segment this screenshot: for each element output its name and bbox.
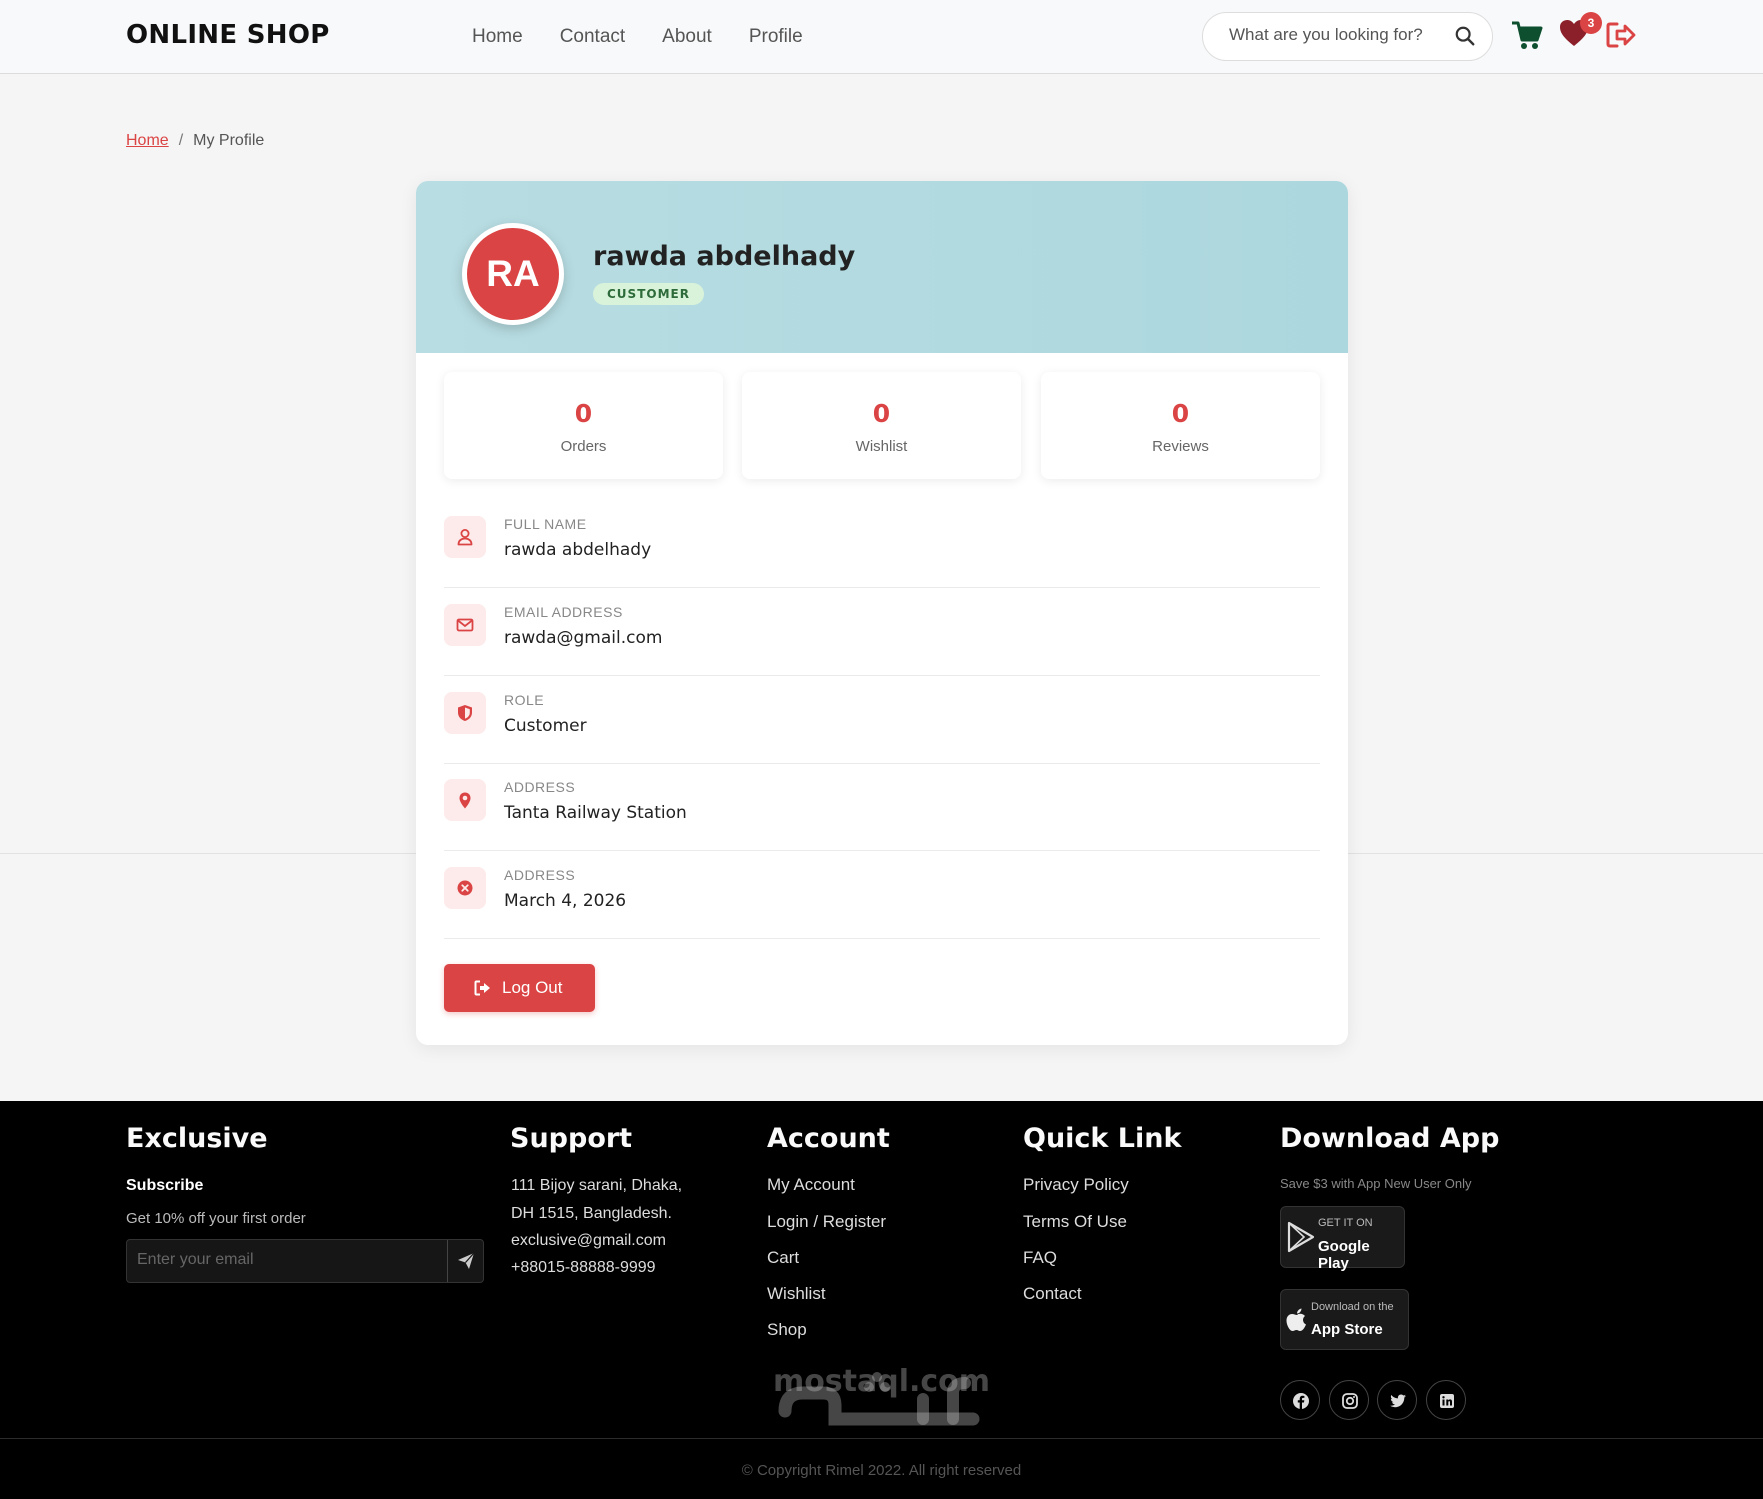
send-icon[interactable] — [447, 1240, 483, 1282]
info-label: ROLE — [504, 692, 545, 708]
app-store-button[interactable]: Download on the App Store — [1280, 1289, 1409, 1350]
mostaql-watermark-text: mostaql.com — [772, 1364, 991, 1399]
nav-home[interactable]: Home — [472, 26, 523, 48]
subscribe-email-input[interactable] — [137, 1251, 437, 1269]
subscribe-form — [126, 1239, 484, 1283]
search-box — [1202, 12, 1493, 61]
close-circle-icon — [444, 867, 486, 909]
google-play-button[interactable]: GET IT ON Google Play — [1280, 1206, 1405, 1272]
download-note: Save $3 with App New User Only — [1280, 1176, 1472, 1191]
breadcrumb-home[interactable]: Home — [126, 132, 169, 149]
stat-reviews-value: 0 — [1171, 399, 1190, 428]
profile-card: RA rawda abdelhady CUSTOMER 0 Orders 0 W… — [416, 181, 1348, 1045]
info-value: rawda abdelhady — [504, 540, 652, 560]
info-row-date: ADDRESS March 4, 2026 — [444, 851, 1320, 939]
google-play-big-text: Google Play — [1318, 1238, 1370, 1272]
footer-heading-download: Download App — [1280, 1123, 1500, 1154]
footer-link-faq[interactable]: FAQ — [1023, 1248, 1057, 1268]
apple-icon — [1286, 1308, 1306, 1331]
info-row-email: EMAIL ADDRESS rawda@gmail.com — [444, 588, 1320, 676]
info-value: March 4, 2026 — [504, 891, 627, 911]
info-row-role: ROLE Customer — [444, 676, 1320, 764]
search-input[interactable] — [1229, 25, 1439, 45]
stat-reviews-label: Reviews — [1152, 438, 1209, 455]
stat-orders-label: Orders — [560, 438, 607, 455]
nav-about[interactable]: About — [662, 26, 712, 48]
info-label: ADDRESS — [504, 867, 576, 883]
logout-button[interactable]: Log Out — [444, 964, 595, 1012]
footer-heading-quick-link: Quick Link — [1023, 1123, 1182, 1154]
search-icon[interactable] — [1454, 25, 1478, 49]
info-label: FULL NAME — [504, 516, 587, 532]
footer-link-privacy[interactable]: Privacy Policy — [1023, 1175, 1129, 1195]
wishlist-count-badge: 3 — [1580, 12, 1602, 34]
map-pin-icon — [444, 779, 486, 821]
profile-banner: RA rawda abdelhady CUSTOMER — [416, 181, 1348, 353]
breadcrumb: Home / My Profile — [126, 132, 264, 150]
support-address-line-2: DH 1515, Bangladesh. — [511, 1205, 672, 1222]
logout-label: Log Out — [502, 978, 563, 997]
user-icon — [444, 516, 486, 558]
sign-out-icon — [474, 980, 490, 996]
info-row-full-name: FULL NAME rawda abdelhady — [444, 500, 1320, 588]
subscribe-title: Subscribe — [126, 1177, 204, 1194]
info-row-address: ADDRESS Tanta Railway Station — [444, 763, 1320, 851]
subscribe-offer: Get 10% off your first order — [126, 1210, 306, 1227]
stat-orders-value: 0 — [574, 399, 593, 428]
breadcrumb-current: My Profile — [193, 132, 265, 149]
google-play-icon — [1287, 1221, 1315, 1253]
site-footer: Exclusive Subscribe Get 10% off your fir… — [0, 1101, 1763, 1499]
info-value: Tanta Railway Station — [504, 803, 687, 823]
stat-wishlist-value: 0 — [872, 399, 891, 428]
footer-heading-exclusive: Exclusive — [126, 1123, 268, 1154]
info-label: EMAIL ADDRESS — [504, 604, 623, 620]
info-label: ADDRESS — [504, 779, 576, 795]
breadcrumb-separator: / — [178, 132, 184, 149]
envelope-icon — [444, 604, 486, 646]
footer-link-shop[interactable]: Shop — [767, 1320, 807, 1340]
logout-icon[interactable] — [1605, 20, 1639, 52]
stat-reviews[interactable]: 0 Reviews — [1041, 372, 1320, 479]
footer-link-my-account[interactable]: My Account — [767, 1175, 855, 1195]
profile-name: rawda abdelhady — [593, 241, 856, 272]
app-store-big-text: App Store — [1311, 1321, 1383, 1338]
site-logo[interactable]: ONLINE SHOP — [126, 20, 330, 50]
nav-contact[interactable]: Contact — [560, 26, 625, 48]
support-phone[interactable]: +88015-88888-9999 — [511, 1259, 656, 1277]
support-address-line-1: 111 Bijoy sarani, Dhaka, — [511, 1177, 683, 1194]
info-value: Customer — [504, 716, 587, 736]
main-nav: Home Contact About Profile — [472, 26, 840, 48]
footer-heading-support: Support — [510, 1123, 633, 1154]
role-badge: CUSTOMER — [593, 283, 704, 305]
stat-wishlist-label: Wishlist — [855, 438, 908, 455]
info-value: rawda@gmail.com — [504, 628, 663, 648]
footer-link-terms[interactable]: Terms Of Use — [1023, 1212, 1127, 1232]
stat-wishlist[interactable]: 0 Wishlist — [742, 372, 1021, 479]
site-header: ONLINE SHOP Home Contact About Profile 3 — [0, 0, 1763, 74]
avatar: RA — [462, 223, 564, 325]
shield-icon — [444, 692, 486, 734]
nav-profile[interactable]: Profile — [749, 26, 803, 48]
footer-link-cart[interactable]: Cart — [767, 1248, 799, 1268]
app-store-small-text: Download on the — [1311, 1301, 1394, 1313]
stat-orders[interactable]: 0 Orders — [444, 372, 723, 479]
footer-heading-account: Account — [767, 1123, 890, 1154]
google-play-small-text: GET IT ON — [1318, 1217, 1373, 1229]
footer-link-login-register[interactable]: Login / Register — [767, 1212, 886, 1232]
cart-icon[interactable] — [1510, 18, 1544, 52]
footer-link-contact[interactable]: Contact — [1023, 1284, 1082, 1304]
support-email[interactable]: exclusive@gmail.com — [511, 1232, 666, 1250]
footer-link-wishlist[interactable]: Wishlist — [767, 1284, 826, 1304]
copyright: © Copyright Rimel 2022. All right reserv… — [741, 1462, 1022, 1479]
